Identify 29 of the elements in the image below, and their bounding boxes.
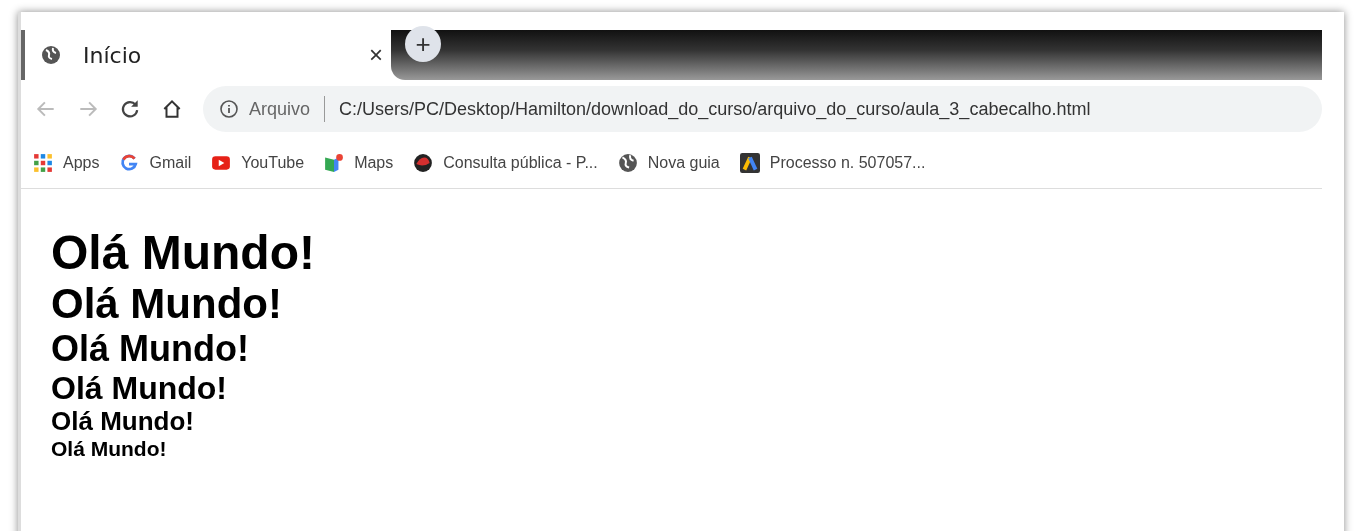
bookmark-item[interactable]: Consulta pública - P...	[413, 153, 598, 173]
address-bar[interactable]: Arquivo C:/Users/PC/Desktop/Hamilton/download_do_curso/arquivo_do_curso/aula_3_cabecalho.html	[203, 86, 1322, 132]
tab-title: Início	[83, 42, 143, 68]
url-text: C:/Users/PC/Desktop/Hamilton/download_do_curso/arquivo_do_curso/aula_3_cabecalho.html	[339, 98, 1091, 120]
bookmark-item[interactable]: Gmail	[119, 153, 192, 173]
globe-icon	[617, 153, 638, 173]
bookmark-item[interactable]: Apps	[33, 153, 100, 173]
triangle-logo-icon	[739, 153, 760, 173]
new-tab-button[interactable]: +	[405, 26, 441, 62]
heading-text: Olá Mundo!	[51, 280, 283, 329]
heading-text: Olá Mundo!	[51, 328, 250, 370]
play-icon	[211, 153, 232, 173]
reload-icon[interactable]	[119, 98, 141, 120]
heading-text: Olá Mundo!	[51, 406, 195, 437]
heading-text: Olá Mundo!	[51, 225, 316, 281]
info-icon[interactable]	[219, 99, 239, 119]
bookmark-item[interactable]: Maps	[324, 153, 394, 173]
bookmark-item[interactable]: Processo n. 507057...	[739, 153, 926, 173]
bookmark-item[interactable]: Nova guia	[617, 153, 720, 173]
grid-icon	[33, 153, 53, 173]
heading-text: Olá Mundo!	[51, 436, 168, 461]
map-pin-icon	[324, 153, 345, 173]
origin-label: Arquivo	[249, 98, 311, 120]
globe-icon	[41, 45, 61, 65]
google-g-icon	[119, 153, 140, 173]
bookmark-item[interactable]: YouTube	[211, 153, 305, 173]
home-icon[interactable]	[161, 98, 183, 120]
close-tab-button[interactable]: ×	[361, 41, 391, 69]
heading-text: Olá Mundo!	[51, 369, 228, 407]
